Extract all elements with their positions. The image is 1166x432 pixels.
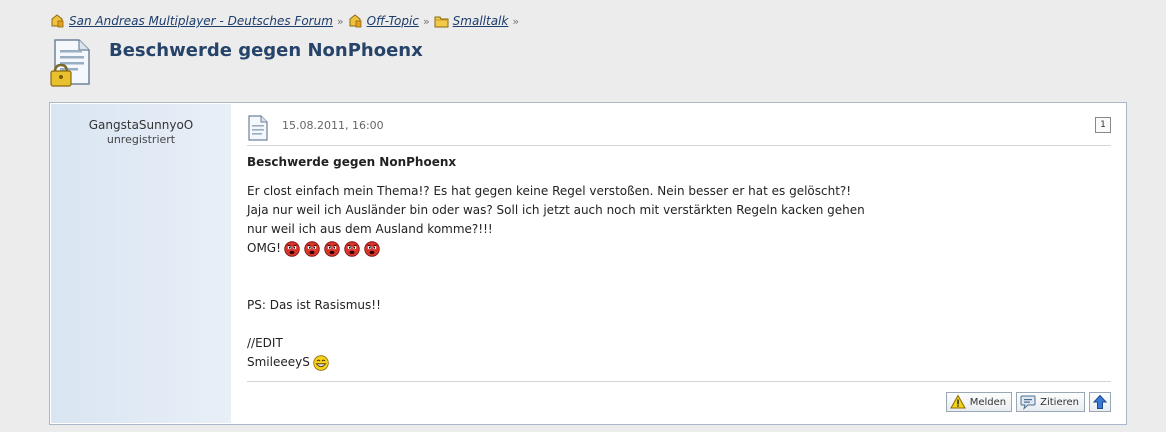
post-date: 15.08.2011, 16:00 (282, 119, 384, 132)
forum-home-icon (51, 14, 64, 28)
report-button[interactable]: Melden (945, 392, 1013, 412)
post-text-line: PS: Das ist Rasismus!! (247, 298, 381, 312)
document-icon (248, 115, 268, 141)
report-button-label: Melden (969, 396, 1007, 408)
post-header: 15.08.2011, 16:00 1 (247, 113, 1111, 146)
post: GangstaSunnyoO unregistriert 15.08.2011,… (49, 102, 1127, 425)
breadcrumb: San Andreas Multiplayer - Deutsches Foru… (50, 14, 523, 28)
post-text-line: nur weil ich aus dem Ausland komme?!!! (247, 222, 493, 236)
breadcrumb-link-smalltalk[interactable]: Smalltalk (453, 14, 509, 28)
breadcrumb-link-offtopic[interactable]: Off-Topic (367, 14, 419, 28)
post-text-line: Jaja nur weil ich Ausländer bin oder was… (247, 203, 865, 217)
quote-button[interactable]: Zitieren (1016, 392, 1085, 412)
post-subject: Beschwerde gegen NonPhoenx (247, 155, 457, 169)
thread-title: Beschwerde gegen NonPhoenx (109, 40, 423, 61)
breadcrumb-item-offtopic[interactable]: Off-Topic (348, 14, 419, 28)
author-status: unregistriert (106, 133, 176, 146)
post-text-line: Er clost einfach mein Thema!? Es hat geg… (247, 184, 852, 198)
author-name[interactable]: GangstaSunnyoO (51, 118, 231, 132)
arrow-up-icon (1092, 394, 1108, 409)
quote-icon (1020, 395, 1036, 410)
breadcrumb-separator: » (512, 14, 520, 28)
post-text-line-signature: SmileeeyS (247, 353, 865, 372)
locked-thread-icon (50, 39, 90, 87)
post-text: SmileeeyS (247, 355, 310, 369)
post-text: OMG! (247, 241, 281, 255)
breadcrumb-item-forum[interactable]: San Andreas Multiplayer - Deutsches Foru… (50, 14, 333, 28)
post-actions: Melden Zitieren (945, 392, 1111, 412)
quote-button-label: Zitieren (1040, 396, 1079, 408)
go-to-top-button[interactable] (1089, 392, 1111, 412)
angry-smiley-icon (364, 240, 380, 257)
angry-smiley-icon (284, 240, 300, 257)
forum-home-icon (349, 14, 362, 28)
post-content: 15.08.2011, 16:00 1 Beschwerde gegen Non… (247, 103, 1111, 424)
warning-icon (949, 394, 966, 409)
breadcrumb-item-smalltalk[interactable]: Smalltalk (434, 14, 509, 28)
post-author-sidebar: GangstaSunnyoO unregistriert (51, 104, 231, 423)
folder-icon (434, 16, 449, 28)
post-text-line-omg: OMG! (247, 239, 865, 258)
breadcrumb-link-forum[interactable]: San Andreas Multiplayer - Deutsches Foru… (69, 14, 333, 28)
angry-smiley-icon (344, 240, 360, 257)
angry-smiley-icon (304, 240, 320, 257)
breadcrumb-separator: » (336, 14, 344, 28)
breadcrumb-separator: » (422, 14, 430, 28)
grin-smiley-icon (313, 354, 329, 371)
post-footer: Melden Zitieren (247, 381, 1111, 412)
post-number-link[interactable]: 1 (1095, 117, 1111, 133)
post-body: Er clost einfach mein Thema!? Es hat geg… (247, 182, 865, 372)
post-text-line: //EDIT (247, 336, 283, 350)
angry-smiley-icon (324, 240, 340, 257)
